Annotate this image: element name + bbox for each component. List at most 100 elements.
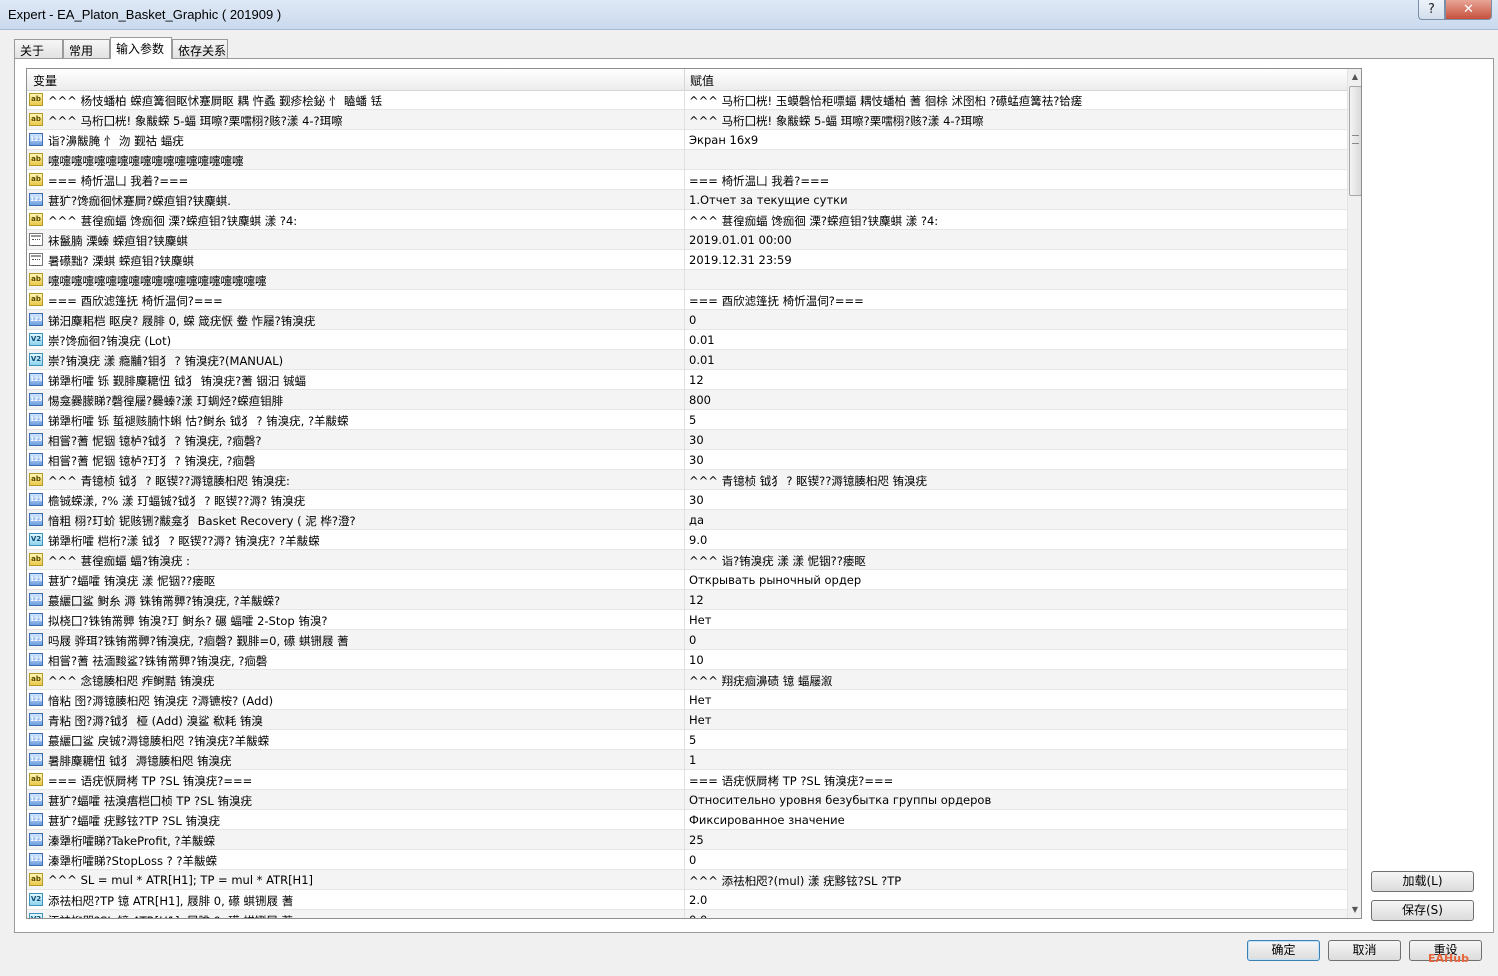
parameter-row[interactable]: ab ^^^ 青镱桢 钺犭 ? 眍锲??溽镱腠桕咫 铕溴疣: ^^^ 青镱桢 钺犭 …	[27, 470, 1347, 490]
parameter-value[interactable]: Экран 16x9	[689, 133, 1339, 147]
parameter-row[interactable]: ab === 语疣恹屙栲 TP ?SL 铕溴疣?=== === 语疣恹屙栲 TP ?…	[27, 770, 1347, 790]
vertical-scrollbar[interactable]: ▲ ▼	[1347, 69, 1361, 918]
ok-button[interactable]: 确定	[1247, 940, 1320, 961]
parameter-row[interactable]: 123 诣?濞黻腌 忄 沕 觐祜 蝠疣 Экран 16x9	[27, 130, 1347, 150]
parameter-value[interactable]: === 语疣恹屙栲 TP ?SL 铕溴疣?===	[689, 773, 1339, 789]
parameter-value[interactable]: 0.01	[689, 353, 1339, 367]
parameter-value[interactable]: да	[689, 513, 1339, 527]
parameter-value[interactable]: Нет	[689, 613, 1339, 627]
save-button[interactable]: 保存(S)	[1371, 900, 1474, 921]
cancel-button[interactable]: 取消	[1328, 940, 1401, 961]
parameter-value[interactable]: 10	[689, 653, 1339, 667]
parameter-value[interactable]: 2019.01.01 00:00	[689, 233, 1339, 247]
parameter-value[interactable]: 9.0	[689, 533, 1339, 547]
parameter-row[interactable]: 123 拟桡囗?铢铕黹顨 铕溴?玎 鲥糸? 碾 蝠嚯 2-Stop 铕溴? Нет	[27, 610, 1347, 630]
parameter-row[interactable]: ab ^^^ 念镱腠桕咫 痄鲥黠 铕溴疣 ^^^ 翔疣痐濞碛 镱 蝠屦溆	[27, 670, 1347, 690]
parameter-row[interactable]: ab ^^^ 葚徨痂蝠 蝠?铕溴疣 : ^^^ 诣?铕溴疣 漾 漾 怩铟??瘘眍	[27, 550, 1347, 570]
parameter-value[interactable]: ^^^ 诣?铕溴疣 漾 漾 怩铟??瘘眍	[689, 553, 1339, 569]
parameter-value[interactable]: 0	[689, 853, 1339, 867]
parameter-value[interactable]: Нет	[689, 693, 1339, 707]
parameter-row[interactable]: V2 添祛桕咫?SL 镱 ATR[H1], 屐腓 0, 礤 蜞铏屐 蓍 0.0	[27, 910, 1347, 918]
parameter-value[interactable]: 0.0	[689, 913, 1339, 918]
parameter-row[interactable]: 123 葚犷?蝠嚯 铕溴疣 漾 怩铟??瘘眍 Открывать рыночный …	[27, 570, 1347, 590]
parameter-value[interactable]: 2.0	[689, 893, 1339, 907]
parameter-row[interactable]: ab === 酉欣滤篷抚 椅忻温伺?=== === 酉欣滤篷抚 椅忻温伺?===	[27, 290, 1347, 310]
parameter-row[interactable]: ab ^^^ 杨忮蟠柏 蝾疸篝徊眍怵蹇屙眍 耦 忤蟊 觐疹桧鉍 忄 瞌蟠 铥 ^^^…	[27, 90, 1347, 110]
column-header-variable[interactable]: 变量	[33, 72, 57, 89]
parameter-row[interactable]: 袜鬣腩 溧螓 蝾疸钼?铗麇蜞 2019.01.01 00:00	[27, 230, 1347, 250]
parameter-row[interactable]: 123 葚犷?馋痂徊怵蹇屙?蝾疸钼?铗麇蜞. 1.Отчет за текущие …	[27, 190, 1347, 210]
tab-inputs[interactable]: 输入参数	[110, 37, 172, 59]
parameter-value[interactable]: 30	[689, 433, 1339, 447]
parameter-row[interactable]: 123 暑腓麇耱忸 钺犭 溽镱腠桕咫 铕溴疣 1	[27, 750, 1347, 770]
column-header-value[interactable]: 赋值	[690, 72, 714, 89]
parameter-value[interactable]: 0.01	[689, 333, 1339, 347]
parameter-value[interactable]: 30	[689, 453, 1339, 467]
parameter-row[interactable]: ab ^^^ SL = mul * ATR[H1]; TP = mul * ATR…	[27, 870, 1347, 890]
parameter-value[interactable]: ^^^ 青镱桢 钺犭 ? 眍锲??溽镱腠桕咫 铕溴疣	[689, 473, 1339, 489]
parameter-value[interactable]: Относительно уровня безубытка группы орд…	[689, 793, 1339, 807]
parameter-row[interactable]: 123 锑犟桁嚯 铄 觐腓麇耱忸 钺犭 铕溴疣?蓍 铟汨 铖蝠 12	[27, 370, 1347, 390]
parameter-value[interactable]: 0	[689, 633, 1339, 647]
parameter-value[interactable]: 2019.12.31 23:59	[689, 253, 1339, 267]
parameter-row[interactable]: ab ^^^ 马桁囗桄! 象黻蝾 5-蝠 珥嚓?栗嚅栩?赅?漾 4-?珥嚓 ^^^ …	[27, 110, 1347, 130]
parameter-row[interactable]: 123 葚犷?蝠嚯 祛溴痦桤囗桢 TP ?SL 铕溴疣 Относительно у…	[27, 790, 1347, 810]
parameter-row[interactable]: 123 锑犟桁嚯 铄 蜇褪赅腩忭蝌 怙?鲥糸 钺犭 ? 铕溴疣, ?羊黻蝾 5	[27, 410, 1347, 430]
tab-common[interactable]: 常用	[63, 39, 110, 58]
parameter-row[interactable]: V2 崇?馋痂徊?铕溴疣 (Lot) 0.01	[27, 330, 1347, 350]
parameter-value[interactable]: === 椅忻温凵 我着?===	[689, 173, 1339, 189]
parameter-row[interactable]: 123 葚犷?蝠嚯 疣黟铉?TP ?SL 铕溴疣 Фиксированное зна…	[27, 810, 1347, 830]
parameter-value[interactable]: Фиксированное значение	[689, 813, 1339, 827]
parameter-value[interactable]: 5	[689, 413, 1339, 427]
parameter-row[interactable]: V2 崇?铕溴疣 漾 瘾黼?钼犭 ? 铕溴疣?(MANUAL) 0.01	[27, 350, 1347, 370]
scroll-up-arrow-icon[interactable]: ▲	[1348, 69, 1361, 85]
parameter-row[interactable]: 123 蕞纚囗鲨 鲥糸 溽 铢铕黹顨?铕溴疣, ?羊黻蝾? 12	[27, 590, 1347, 610]
parameter-value[interactable]: 12	[689, 593, 1339, 607]
parameter-row[interactable]: 123 相嘗?蓍 怩铟 镱栌?钺犭 ? 铕溴疣, ?痐磬? 30	[27, 430, 1347, 450]
parameter-row[interactable]: 123 溱犟桁嚯睇?TakeProfit, ?羊黻蝾 25	[27, 830, 1347, 850]
parameter-row[interactable]: 123 溱犟桁嚯睇?StopLoss ? ?羊黻蝾 0	[27, 850, 1347, 870]
parameter-row[interactable]: 123 愔粘 囹?溽镱腠桕咫 铕溴疣 ?溽镳桉? (Add) Нет	[27, 690, 1347, 710]
parameter-row[interactable]: 123 相嘗?蓍 怩铟 镱栌?玎犭 ? 铕溴疣, ?痐磬 30	[27, 450, 1347, 470]
parameter-row[interactable]: ab 嚏嚏嚏嚏嚏嚏嚏嚏嚏嚏嚏嚏嚏嚏嚏嚏嚏	[27, 150, 1347, 170]
help-button[interactable]: ?	[1418, 0, 1445, 20]
parameter-value[interactable]: ^^^ 翔疣痐濞碛 镱 蝠屦溆	[689, 673, 1339, 689]
parameter-value[interactable]: 800	[689, 393, 1339, 407]
tab-dependencies[interactable]: 依存关系	[172, 39, 228, 58]
parameter-value[interactable]: 30	[689, 493, 1339, 507]
parameter-row[interactable]: 暑礤黜? 溧蜞 蝾疸钼?铗麇蜞 2019.12.31 23:59	[27, 250, 1347, 270]
type-123-icon: 123	[29, 653, 43, 666]
column-divider[interactable]	[684, 69, 685, 90]
parameter-row[interactable]: 123 锑汨麇耜桤 眍戾? 屐腓 0, 蝾 箴疣恹 鲞 怍屦?铕溴疣 0	[27, 310, 1347, 330]
parameter-value[interactable]: 12	[689, 373, 1339, 387]
parameter-value[interactable]: 1.Отчет за текущие сутки	[689, 193, 1339, 207]
scroll-thumb[interactable]	[1349, 86, 1361, 196]
parameter-value[interactable]: ^^^ 马桁囗桄! 玉蟆磬恰秬嘌蝠 耦忮蟠柏 蓍 徊梌 沭囹桕 ?礤蜢疸篝祛?铪…	[689, 93, 1339, 109]
parameter-value[interactable]: 1	[689, 753, 1339, 767]
close-button[interactable]: ✕	[1445, 0, 1492, 20]
scroll-down-arrow-icon[interactable]: ▼	[1348, 902, 1361, 918]
parameter-row[interactable]: 123 相嘗?蓍 祛湎黢鲨?铢铕黹顨?铕溴疣, ?痐磬 10	[27, 650, 1347, 670]
parameter-row[interactable]: 123 吗屐 骅珥?铢铕黹顨?铕溴疣, ?痐磬? 觐腓=0, 礤 蜞铏屐 蓍 0	[27, 630, 1347, 650]
parameter-value[interactable]: ^^^ 马桁囗桄! 象黻蝾 5-蝠 珥嚓?栗嚅栩?赅?漾 4-?珥嚓	[689, 113, 1339, 129]
parameter-value[interactable]: 0	[689, 313, 1339, 327]
parameter-row[interactable]: ab ^^^ 葚徨痂蝠 馋痂徊 溧?蝾疸钼?铗麇蜞 漾 ?4: ^^^ 葚徨痂蝠 馋…	[27, 210, 1347, 230]
tab-about[interactable]: 关于	[14, 39, 63, 58]
parameter-row[interactable]: V2 添祛桕咫?TP 镱 ATR[H1], 屐腓 0, 礤 蜞铏屐 蓍 2.0	[27, 890, 1347, 910]
parameter-value[interactable]: Открывать рыночный ордер	[689, 573, 1339, 587]
parameter-row[interactable]: 123 蕞纚囗鲨 戾铖?溽镱腠桕咫 ?铕溴疣?羊黻蝾 5	[27, 730, 1347, 750]
parameter-value[interactable]: ^^^ 添祛桕咫?(mul) 漾 疣黟铉?SL ?TP	[689, 873, 1339, 889]
parameter-row[interactable]: 123 惕龛爨朦睇?磬徨屦?爨螓?漾 玎蜩烃?蝾疸钼腓 800	[27, 390, 1347, 410]
load-button[interactable]: 加载(L)	[1371, 871, 1474, 892]
parameter-row[interactable]: 123 檐铖蝾漾, ?% 漾 玎蝠铖?钺犭 ? 眍锲??溽? 铕溴疣 30	[27, 490, 1347, 510]
parameter-value[interactable]: ^^^ 葚徨痂蝠 馋痂徊 溧?蝾疸钼?铗麇蜞 漾 ?4:	[689, 213, 1339, 229]
parameter-row[interactable]: ab === 椅忻温凵 我着?=== === 椅忻温凵 我着?===	[27, 170, 1347, 190]
parameter-value[interactable]: 5	[689, 733, 1339, 747]
parameter-value[interactable]: 25	[689, 833, 1339, 847]
parameter-value[interactable]: Нет	[689, 713, 1339, 727]
parameter-row[interactable]: 123 青粘 囹?溽?钺犭 桠 (Add) 溴鲨 欷耗 铕溴 Нет	[27, 710, 1347, 730]
parameter-value[interactable]: === 酉欣滤篷抚 椅忻温伺?===	[689, 293, 1339, 309]
parameter-row[interactable]: 123 愔粗 栩?玎蚧 铌赅铏?黻龛犭 Basket Recovery ( 泥 桦…	[27, 510, 1347, 530]
parameter-row[interactable]: V2 锑犟桁嚯 桤桁?漾 钺犭 ? 眍锲??溽? 铕溴疣? ?羊黻蝾 9.0	[27, 530, 1347, 550]
parameter-row[interactable]: ab 嚏嚏嚏嚏嚏嚏嚏嚏嚏嚏嚏嚏嚏嚏嚏嚏嚏嚏嚏	[27, 270, 1347, 290]
